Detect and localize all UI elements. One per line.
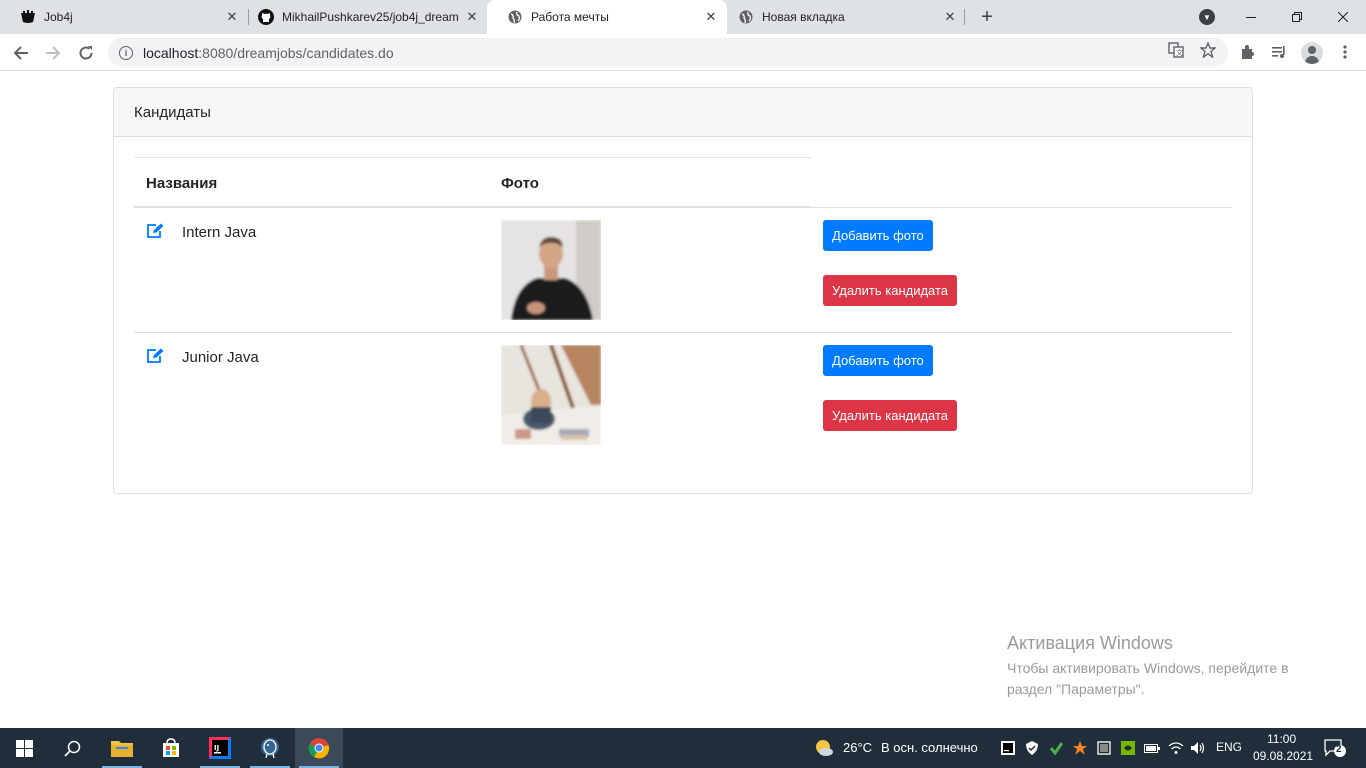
tab-active-dreamjobs[interactable]: Работа мечты ✕ [487,0,727,34]
device-tray-icon[interactable] [1096,740,1112,756]
browser-toolbar: i localhost:8080/dreamjobs/candidates.do… [0,34,1366,71]
extensions-puzzle-icon[interactable] [1238,42,1258,62]
table-border [134,157,811,158]
svg-text:IJ: IJ [214,744,219,752]
close-icon[interactable]: ✕ [942,9,958,25]
back-arrow-icon [13,46,28,60]
tab-search-icon[interactable]: ▼ [1199,9,1215,25]
weather-temperature[interactable]: 26°C [843,740,872,755]
browser-tab-bar: Job4j ✕ MikhailPushkarev25/job4j_dream ✕… [0,0,1366,34]
card-header: Кандидаты [114,88,1252,137]
folder-icon [111,741,133,757]
bookmark-star-icon[interactable] [1198,40,1218,60]
green-app-tray-icon[interactable] [1048,740,1064,756]
taskbar-intellij[interactable]: IJ [196,728,244,768]
card-title: Кандидаты [134,103,211,121]
forward-button[interactable] [40,40,66,66]
tab-title: MikhailPushkarev25/job4j_dream [282,10,459,24]
tab-github[interactable]: MikhailPushkarev25/job4j_dream ✕ [238,0,488,34]
tab-title: Работа мечты [531,10,609,24]
activation-title: Активация Windows [1007,633,1173,653]
candidate-photo [501,220,601,320]
restore-button[interactable] [1274,0,1320,34]
postgresql-icon [261,738,279,759]
edit-icon[interactable] [146,223,164,239]
address-bar[interactable]: i localhost:8080/dreamjobs/candidates.do [108,38,1228,67]
start-button[interactable] [0,728,48,768]
activation-text: Чтобы активировать Windows, перейдите в … [1007,660,1289,697]
volume-icon[interactable] [1190,740,1206,756]
windows-logo-icon [15,739,33,757]
back-button[interactable] [8,40,34,66]
tab-new[interactable]: Новая вкладка ✕ [718,0,966,34]
media-queue-icon[interactable] [1269,42,1289,62]
windows-taskbar: IJ 26°C В осн. солнечно ENG 11:00 09.08.… [0,728,1366,768]
clock-time[interactable]: 11:00 [1267,732,1296,746]
tab-title: Job4j [44,10,73,24]
taskbar-store[interactable] [147,728,195,768]
weather-sun-icon[interactable] [814,738,834,758]
notifications-icon[interactable] [1324,738,1346,758]
translate-icon[interactable]: 文 [1166,40,1186,60]
url-text[interactable]: localhost:8080/dreamjobs/candidates.do [143,45,394,61]
forward-arrow-icon [46,46,61,60]
job4j-icon [20,9,36,25]
battery-icon[interactable] [1144,740,1160,756]
add-photo-button[interactable]: Добавить фото [823,220,933,251]
taskbar-file-explorer[interactable] [98,728,146,768]
candidates-card: Кандидаты Названия Фото Intern Java Доба… [113,87,1253,494]
column-header-photo: Фото [501,175,539,192]
chrome-icon [308,738,330,759]
restore-icon [1292,12,1302,22]
reload-icon [79,46,93,60]
tab-separator [964,9,965,25]
reload-button[interactable] [73,40,99,66]
column-header-name: Названия [146,175,218,192]
search-icon [63,740,80,757]
minimize-button[interactable] [1228,0,1274,34]
add-photo-button[interactable]: Добавить фото [823,345,933,376]
shield-icon[interactable] [1024,740,1040,756]
weather-description[interactable]: В осн. солнечно [881,740,978,755]
delete-candidate-button[interactable]: Удалить кандидата [823,400,958,431]
delete-candidate-button[interactable]: Удалить кандидата [823,275,958,306]
candidate-photo [501,345,601,445]
close-icon [1338,12,1348,22]
store-icon [163,738,179,757]
close-window-button[interactable] [1320,0,1366,34]
candidate-name: Junior Java [182,349,259,366]
search-button[interactable] [48,728,96,768]
minimize-icon [1246,16,1256,18]
globe-icon [507,9,523,25]
table-row: Junior Java Добавить фото Удалить кандид… [134,333,1232,457]
svg-text:文: 文 [1176,48,1183,57]
edit-icon[interactable] [146,348,164,364]
profile-avatar[interactable] [1301,42,1323,64]
windows-activation-watermark: Активация Windows Чтобы активировать Win… [1007,633,1327,700]
intellij-icon: IJ [209,737,231,759]
taskbar-chrome[interactable] [295,728,343,768]
candidate-name: Intern Java [182,224,257,241]
taskbar-pgadmin[interactable] [246,728,294,768]
tab-job4j[interactable]: Job4j ✕ [0,0,248,34]
table-row: Intern Java Добавить фото Удалить кандид… [134,208,1232,332]
language-indicator[interactable]: ENG [1216,740,1242,754]
info-icon[interactable]: i [119,45,133,60]
close-icon[interactable]: ✕ [464,9,480,25]
notifications-count: 2 [1336,744,1342,755]
nvidia-icon[interactable] [1120,740,1136,756]
intellij-tray-icon[interactable] [1000,740,1016,756]
github-icon [258,9,274,25]
avast-icon[interactable] [1072,740,1088,756]
close-icon[interactable]: ✕ [703,9,719,25]
tab-title: Новая вкладка [762,10,845,24]
clock-date[interactable]: 09.08.2021 [1253,749,1313,763]
globe-icon [738,9,754,25]
chrome-menu-icon[interactable] [1335,42,1355,62]
wifi-icon[interactable] [1168,740,1184,756]
new-tab-button[interactable]: + [976,6,998,28]
